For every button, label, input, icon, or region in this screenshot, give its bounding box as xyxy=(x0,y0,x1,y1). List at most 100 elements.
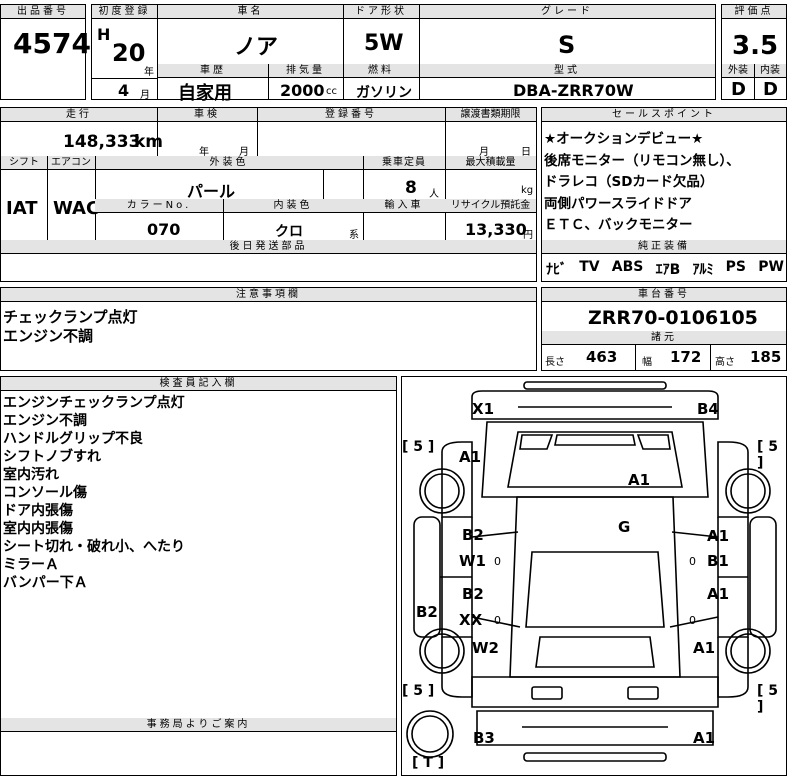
year-unit: 年 xyxy=(144,67,154,78)
capacity-label: 乗車定員 xyxy=(363,156,445,170)
inspector-line: ミラーＡ xyxy=(3,557,59,573)
sales-point-line: 両側パワースライドドア xyxy=(544,195,692,212)
mileage: 148,333 xyxy=(63,132,141,152)
sales-point-line: 後席モニター（リモコン無し）、 xyxy=(544,152,740,169)
inspector-box: 検査員記入欄 エンジンチェックランプ点灯 エンジン不調 ハンドルグリップ不良 シ… xyxy=(0,376,397,776)
width-label: 幅 xyxy=(642,357,652,368)
model-label: 型式 xyxy=(419,64,715,78)
int-color-label: 内装色 xyxy=(223,199,363,213)
door-label: ドア形状 xyxy=(343,5,419,19)
ac-label: エアコン xyxy=(47,156,95,170)
model: DBA-ZRR70W xyxy=(513,81,634,100)
interior-label: 内装 xyxy=(754,64,786,78)
damage-w2: W2 xyxy=(472,639,499,657)
lot-label: 出品番号 xyxy=(1,5,85,19)
info-box: 走行 車検 登録番号 譲渡書類期限 148,333 km 年 月 月 日 シフト… xyxy=(0,107,537,282)
height: 185 xyxy=(750,348,782,366)
zero-mark: 0 xyxy=(494,614,501,627)
inspector-label: 検査員記入欄 xyxy=(1,377,396,391)
main-box: 車名 ドア形状 グレード ノア 5W S 車歴 排気量 燃料 型式 自家用 20… xyxy=(157,4,716,104)
transfer-label: 譲渡書類期限 xyxy=(445,108,536,122)
height-label: 高さ xyxy=(715,357,735,368)
equipment-item: TV xyxy=(579,259,600,275)
sales-points-label: セールスポイント xyxy=(542,108,786,122)
ac: WAC xyxy=(53,198,100,219)
tire-rl-grade: [ 5 ] xyxy=(402,683,435,699)
fuel: ガソリン xyxy=(356,85,412,101)
history: 自家用 xyxy=(178,83,232,104)
damage-x1: X1 xyxy=(472,400,495,418)
load-unit: kg xyxy=(521,185,534,196)
exterior-grade: D xyxy=(731,79,746,100)
equipment-label: 純正装備 xyxy=(542,240,786,254)
era: H xyxy=(97,25,111,44)
equipment-item: ABS xyxy=(611,259,644,275)
load-label: 最大積載量 xyxy=(445,156,536,170)
zero-mark: 0 xyxy=(494,555,501,568)
import-label: 輸入車 xyxy=(363,199,445,213)
score-box: 評価点 3.5 外装 内装 D D xyxy=(721,4,787,100)
car-name: ノア xyxy=(234,35,279,60)
length-label: 長さ xyxy=(545,357,565,368)
shift: IAT xyxy=(6,198,38,219)
shift-label: シフト xyxy=(1,156,47,170)
reg-month: 4 xyxy=(118,81,130,100)
reg-year: 20 xyxy=(112,39,146,67)
displacement: 2000 xyxy=(280,81,325,100)
grade-label: グレード xyxy=(419,5,715,19)
equipment-list: ﾅﾋﾞ TV ABS ｴｱB ｱﾙﾐ PS PW xyxy=(546,259,784,279)
exterior-label: 外装 xyxy=(722,64,754,78)
damage-a1-right-front-door: A1 xyxy=(707,527,730,545)
zero-mark: 0 xyxy=(689,614,696,627)
inspector-list: エンジンチェックランプ点灯 エンジン不調 ハンドルグリップ不良 シフトノブすれ … xyxy=(3,394,185,592)
equipment-item: ｱﾙﾐ xyxy=(692,262,714,278)
damage-a1-rear: A1 xyxy=(693,729,716,747)
damage-w1: W1 xyxy=(459,552,486,570)
sales-point-line: ドラレコ（SDカード欠品） xyxy=(544,174,714,190)
int-color-unit: 系 xyxy=(349,230,359,241)
month-unit: 月 xyxy=(140,90,150,101)
score: 3.5 xyxy=(732,31,779,61)
office-label: 事務局よりご案内 xyxy=(1,718,396,732)
inspector-line: バンパー下Ａ xyxy=(3,575,88,591)
tire-rr-grade: [ 5 ] xyxy=(757,683,779,715)
damage-b4: B4 xyxy=(697,400,719,418)
notes-list: チェックランプ点灯 エンジン不調 xyxy=(3,308,138,346)
equipment-item: PS xyxy=(725,259,747,275)
equipment-item: ｴｱB xyxy=(655,262,681,278)
notes-label: 注意事項欄 xyxy=(1,288,536,302)
dims-label: 諸元 xyxy=(542,331,786,345)
equipment-item: ﾅﾋﾞ xyxy=(546,262,567,278)
lot-number: 4574 xyxy=(13,27,91,60)
damage-a1-hood: A1 xyxy=(628,471,651,489)
mileage-label: 走行 xyxy=(1,108,157,122)
inspector-line: シフトノブすれ xyxy=(3,449,101,465)
inspector-line: コンソール傷 xyxy=(3,485,87,501)
sales-point-line: ★オークションデビュー★ xyxy=(544,131,704,147)
inspector-line: ハンドルグリップ不良 xyxy=(3,431,143,447)
damage-b2-left-rear-door: B2 xyxy=(462,585,484,603)
note-line: チェックランプ点灯 xyxy=(3,308,138,326)
grade: S xyxy=(558,31,576,59)
inspector-line: 室内汚れ xyxy=(3,467,59,483)
mileage-unit: km xyxy=(134,132,164,152)
displacement-unit: cc xyxy=(326,86,337,97)
spare-tire-grade: [ T ] xyxy=(412,755,445,771)
interior-grade: D xyxy=(763,79,778,100)
door-type: 5W xyxy=(364,31,404,56)
damage-a1-rear-right: A1 xyxy=(693,639,716,657)
capacity: 8 xyxy=(405,178,417,198)
fuel-label: 燃料 xyxy=(343,64,419,78)
length: 463 xyxy=(586,348,618,366)
first-reg-box: 初度登録 H 20 年 4 月 xyxy=(91,4,158,101)
color-no: 070 xyxy=(147,220,181,239)
recycle-unit: 円 xyxy=(523,230,533,241)
inspection-label: 車検 xyxy=(157,108,257,122)
damage-xx: XX xyxy=(459,611,483,629)
car-diagram: [ 5 ] [ 5 ] [ 5 ] [ 5 ] [ T ] X1 B4 A1 A… xyxy=(401,376,787,776)
notes-box: 注意事項欄 チェックランプ点灯 エンジン不調 xyxy=(0,287,537,371)
chassis-box: 車台番号 ZRR70-0106105 諸元 長さ 463 幅 172 高さ 18… xyxy=(541,287,787,371)
int-color: クロ xyxy=(275,224,303,240)
note-line: エンジン不調 xyxy=(3,327,94,345)
inspector-line: エンジン不調 xyxy=(3,413,87,429)
